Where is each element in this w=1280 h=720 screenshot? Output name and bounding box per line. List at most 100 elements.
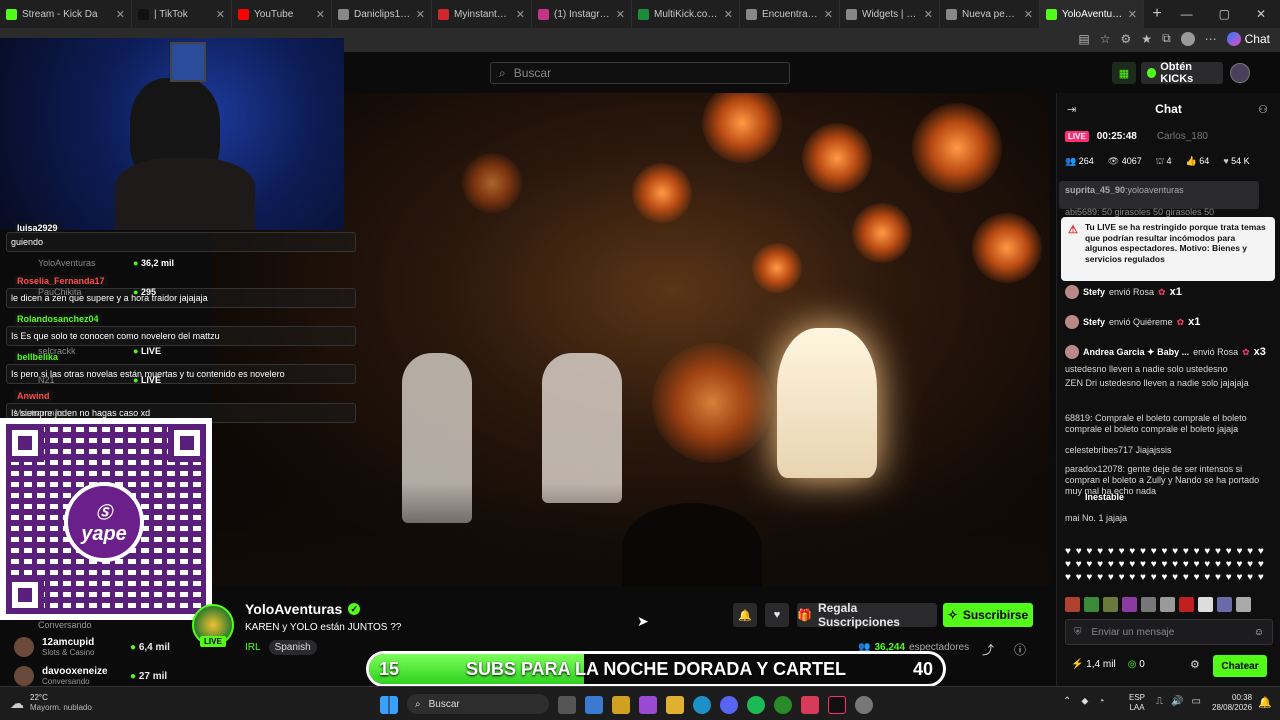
close-tab-icon[interactable]: ✕ [1128, 8, 1137, 21]
user-avatar [1065, 315, 1079, 329]
info-icon[interactable]: ⓘ [1014, 641, 1026, 658]
close-tab-icon[interactable]: ✕ [1024, 8, 1033, 21]
close-tab-icon[interactable]: ✕ [416, 8, 425, 21]
spotify-icon[interactable] [747, 695, 765, 714]
close-tab-icon[interactable]: ✕ [616, 8, 625, 21]
kicks-display[interactable]: ◎ 0 [1128, 659, 1145, 670]
show-more-link[interactable]: Mostrar más [14, 408, 64, 418]
close-tab-icon[interactable]: ✕ [116, 8, 125, 21]
follow-button[interactable]: ♥ [765, 603, 789, 627]
discord-icon[interactable] [720, 695, 738, 714]
browser-tab[interactable]: Myinstants | ¡El si ✕ [432, 0, 532, 28]
search-input[interactable]: ⌕ Buscar [490, 62, 790, 84]
widgets-icon[interactable] [585, 695, 603, 714]
chat-live-badge: LIVE [1065, 131, 1089, 142]
chrome-icon[interactable] [855, 695, 873, 714]
profile-avatar[interactable] [1180, 31, 1195, 46]
language-tag[interactable]: Spanish [268, 640, 317, 655]
browser-tab[interactable]: Encuentra 'JOAO ✕ [740, 0, 840, 28]
copilot-button[interactable]: Chat [1226, 31, 1270, 46]
app-icon[interactable] [801, 695, 819, 714]
emoji-icon[interactable]: ☺ [1254, 627, 1264, 638]
copilot-icon[interactable] [639, 695, 657, 714]
volume-icon[interactable]: 🔊 [1171, 696, 1183, 707]
share-icon[interactable]: ⤴ [982, 641, 994, 658]
chat-users-icon[interactable]: ⚇ [1258, 103, 1268, 116]
language-indicator[interactable]: ESP LAA [1129, 693, 1145, 713]
chat-title: Chat [1155, 102, 1182, 116]
notification-bell-button[interactable]: 🔔 [733, 603, 757, 627]
get-kicks-button[interactable]: Obtén KICKs [1141, 61, 1223, 85]
emote-icon[interactable] [1217, 597, 1232, 612]
search-icon: ⌕ [415, 698, 421, 710]
taskbar-search[interactable]: ⌕ Buscar [407, 694, 549, 714]
browser-tab[interactable]: Daniclips1 (@dar ✕ [332, 0, 432, 28]
minimize-icon[interactable]: — [1181, 7, 1193, 21]
close-tab-icon[interactable]: ✕ [516, 8, 525, 21]
emote-icon[interactable] [1065, 597, 1080, 612]
battery-icon[interactable]: ▭ [1191, 696, 1200, 707]
maximize-icon[interactable]: ▢ [1219, 7, 1230, 21]
tab-label: Nueva pestaña [962, 8, 1019, 20]
emote-icon[interactable] [1122, 597, 1137, 612]
emote-icon[interactable] [1236, 597, 1251, 612]
browser-tab[interactable]: Nueva pestaña ✕ [940, 0, 1040, 28]
emote-icon[interactable] [1160, 597, 1175, 612]
tab-favicon-icon [638, 8, 649, 20]
store-icon[interactable] [612, 695, 630, 714]
points-display[interactable]: ⚡ 1,4 mil [1071, 659, 1116, 670]
gift-subs-button[interactable]: 🎁 Regala Suscripciones [797, 601, 937, 629]
network-icon[interactable]: ⎍ [1156, 696, 1163, 707]
close-tab-icon[interactable]: ✕ [824, 8, 833, 21]
chat-settings-icon[interactable]: ⚙ [1190, 658, 1200, 671]
chat-input[interactable]: ⛨ Enviar un mensaje ☺ [1065, 619, 1273, 645]
emote-icon[interactable] [1084, 597, 1099, 612]
emote-icon[interactable] [1198, 597, 1213, 612]
wifi-icon[interactable]: ◔ [1098, 696, 1104, 707]
notifications-icon[interactable]: 🔔 [1258, 696, 1272, 709]
close-tab-icon[interactable]: ✕ [316, 8, 325, 21]
new-tab-button[interactable]: + [1144, 0, 1170, 28]
task-view-icon[interactable] [558, 695, 576, 714]
close-window-icon[interactable]: ✕ [1256, 7, 1266, 21]
tab-favicon-icon [138, 8, 149, 20]
category-link[interactable]: IRL [245, 642, 261, 653]
collections-icon[interactable]: ⧉ [1162, 31, 1171, 46]
emote-icon[interactable] [1141, 597, 1156, 612]
close-tab-icon[interactable]: ✕ [924, 8, 933, 21]
overlay-chat-message: guiendo [6, 232, 356, 252]
close-tab-icon[interactable]: ✕ [216, 8, 225, 21]
file-explorer-icon[interactable] [666, 695, 684, 714]
browser-tab[interactable]: Widgets | El mej ✕ [840, 0, 940, 28]
close-tab-icon[interactable]: ✕ [724, 8, 733, 21]
browser-tab[interactable]: Stream - Kick Da ✕ [0, 0, 132, 28]
tab-label: | TikTok [154, 8, 188, 20]
emote-icon[interactable] [1179, 597, 1194, 612]
chat-stat: 👍 64 [1185, 156, 1210, 166]
user-avatar[interactable] [1230, 63, 1250, 83]
browser-tab[interactable]: MultiKick.com: W ✕ [632, 0, 740, 28]
tray-chevron-icon[interactable]: ⌃ [1063, 696, 1071, 707]
send-chat-button[interactable]: Chatear [1213, 655, 1267, 677]
browser-tab[interactable]: YoloAventuras ✕ [1040, 0, 1144, 28]
reader-icon[interactable]: ▤ [1078, 32, 1089, 46]
tray-app-icon[interactable]: ⬥ [1081, 696, 1088, 707]
subscribe-button[interactable]: ✧ Suscribirse [943, 603, 1033, 627]
ghost-channel-viewers: ● 295 [133, 287, 156, 297]
channel-name[interactable]: YoloAventuras [245, 601, 342, 617]
edge-icon[interactable] [693, 695, 711, 714]
browser-tab[interactable]: (1) Instagram ✕ [532, 0, 632, 28]
browser-tab[interactable]: YouTube ✕ [232, 0, 332, 28]
browser-tab[interactable]: | TikTok ✕ [132, 0, 232, 28]
emote-icon[interactable] [1103, 597, 1118, 612]
rewards-icon[interactable]: ▦ [1112, 62, 1136, 84]
extensions-icon[interactable]: ⚙ [1121, 32, 1132, 46]
xbox-icon[interactable] [774, 695, 792, 714]
more-menu-icon[interactable]: ⋯ [1205, 32, 1217, 46]
favorites-icon[interactable]: ★ [1141, 32, 1152, 46]
favorite-star-icon[interactable]: ☆ [1100, 32, 1111, 46]
clock[interactable]: 00:38 28/08/2026 [1212, 693, 1252, 713]
tiktok-icon[interactable] [828, 695, 846, 714]
channel-name: 12amcupid [42, 637, 95, 648]
windows-start-icon[interactable] [380, 695, 398, 714]
